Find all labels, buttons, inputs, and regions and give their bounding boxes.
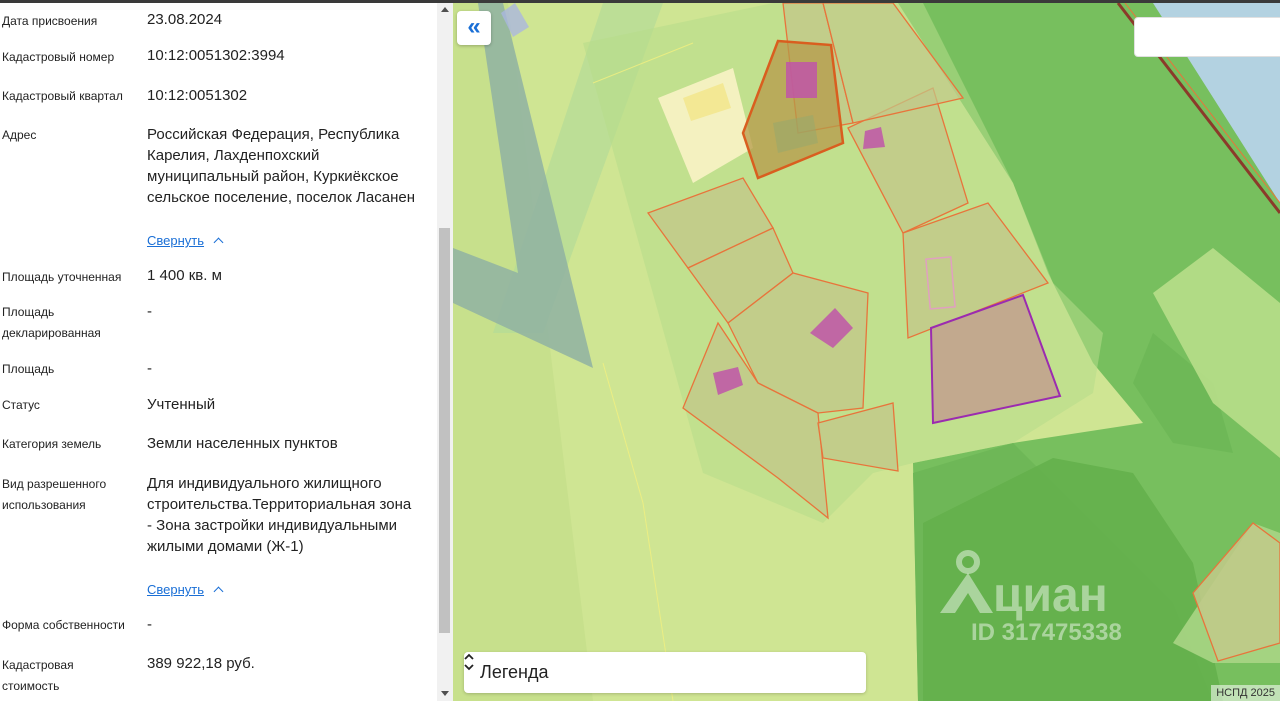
field-label-permitted-use: Вид разрешенного использования — [2, 477, 107, 512]
collapse-panel-button[interactable]: « — [457, 11, 491, 45]
field-value-cadastral-number: 10:12:0051302:3994 — [147, 47, 285, 64]
panel-scrollbar[interactable] — [437, 3, 453, 701]
field-value-cadastral-value: 389 922,18 руб. — [147, 655, 255, 672]
chevron-up-icon — [213, 237, 224, 248]
field-value-area: - — [147, 360, 152, 377]
field-value-address: Российская Федерация, Республика Карелия… — [147, 126, 415, 206]
watermark-id: ID 317475338 — [971, 619, 1122, 646]
field-value-assignment-date: 23.08.2024 — [147, 11, 223, 28]
field-label-cadastral-value: Кадастровая стоимость — [2, 658, 74, 693]
permitted-use-collapse-link[interactable]: Свернуть — [147, 582, 224, 597]
scroll-down-arrow-icon[interactable] — [441, 691, 449, 696]
double-chevron-left-icon: « — [467, 13, 481, 40]
field-label-cadastral-quarter: Кадастровый квартал — [2, 89, 123, 103]
field-value-land-category: Земли населенных пунктов — [147, 435, 338, 452]
map-credit: НСПД 2025 — [1211, 685, 1280, 701]
field-label-status: Статус — [2, 398, 40, 412]
field-value-area-declared: - — [147, 303, 152, 320]
field-label-land-category: Категория земель — [2, 437, 102, 451]
cian-logo-icon — [940, 550, 993, 613]
parcel-info-panel: Дата присвоения 23.08.2024 Кадастровый н… — [0, 3, 437, 701]
collapse-label: Свернуть — [147, 233, 205, 248]
top-border — [0, 0, 1280, 3]
updown-chevron-icon — [464, 653, 474, 671]
field-label-ownership-form: Форма собственности — [2, 618, 125, 632]
field-label-area: Площадь — [2, 362, 55, 376]
scroll-thumb[interactable] — [439, 228, 450, 633]
field-value-status: Учтенный — [147, 396, 216, 413]
legend-label: Легенда — [480, 662, 549, 682]
address-collapse-link[interactable]: Свернуть — [147, 233, 224, 248]
field-value-ownership-form: - — [147, 616, 152, 633]
field-value-cadastral-quarter: 10:12:0051302 — [147, 87, 248, 104]
map-search-box[interactable] — [1134, 17, 1280, 57]
field-label-address: Адрес — [2, 128, 37, 142]
field-label-assignment-date: Дата присвоения — [2, 14, 98, 28]
field-value-area-refined: 1 400 кв. м — [147, 267, 222, 284]
legend-select[interactable]: Легенда — [464, 652, 866, 693]
field-value-permitted-use: Для индивидуального жилищного строительс… — [147, 475, 412, 555]
cadastral-map[interactable]: циан ID 317475338 « Легенда НСПД 2025 — [453, 3, 1280, 701]
collapse-label: Свернуть — [147, 582, 205, 597]
field-label-area-declared: Площадь декларированная — [2, 305, 101, 340]
scroll-up-arrow-icon[interactable] — [441, 7, 449, 12]
field-label-cadastral-number: Кадастровый номер — [2, 50, 115, 64]
chevron-up-icon — [213, 586, 224, 597]
watermark-brand: циан — [993, 569, 1108, 622]
map-canvas[interactable] — [453, 3, 1280, 701]
field-label-area-refined: Площадь уточненная — [2, 270, 122, 284]
